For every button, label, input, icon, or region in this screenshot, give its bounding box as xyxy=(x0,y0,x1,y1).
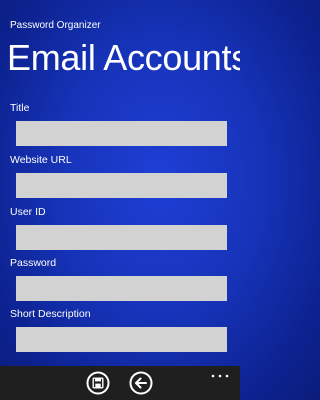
ellipsis-icon xyxy=(211,374,229,378)
back-button[interactable] xyxy=(129,371,153,395)
app-title: Password Organizer xyxy=(10,20,101,31)
user-id-label: User ID xyxy=(10,206,46,218)
more-options-button[interactable] xyxy=(210,367,230,378)
save-icon xyxy=(86,371,110,395)
back-arrow-icon xyxy=(129,371,153,395)
title-label: Title xyxy=(10,102,30,114)
page-title: Email Accounts xyxy=(7,37,240,78)
website-url-label: Website URL xyxy=(10,154,72,166)
password-input[interactable] xyxy=(16,276,227,301)
page: Password Organizer Email Accounts Title … xyxy=(0,0,240,366)
short-description-label: Short Description xyxy=(10,308,91,320)
short-description-input[interactable] xyxy=(16,327,227,352)
app-bar xyxy=(0,366,240,400)
password-label: Password xyxy=(10,257,57,269)
user-id-input[interactable] xyxy=(16,225,227,250)
title-input[interactable] xyxy=(16,121,227,146)
website-url-input[interactable] xyxy=(16,173,227,198)
save-button[interactable] xyxy=(86,371,110,395)
